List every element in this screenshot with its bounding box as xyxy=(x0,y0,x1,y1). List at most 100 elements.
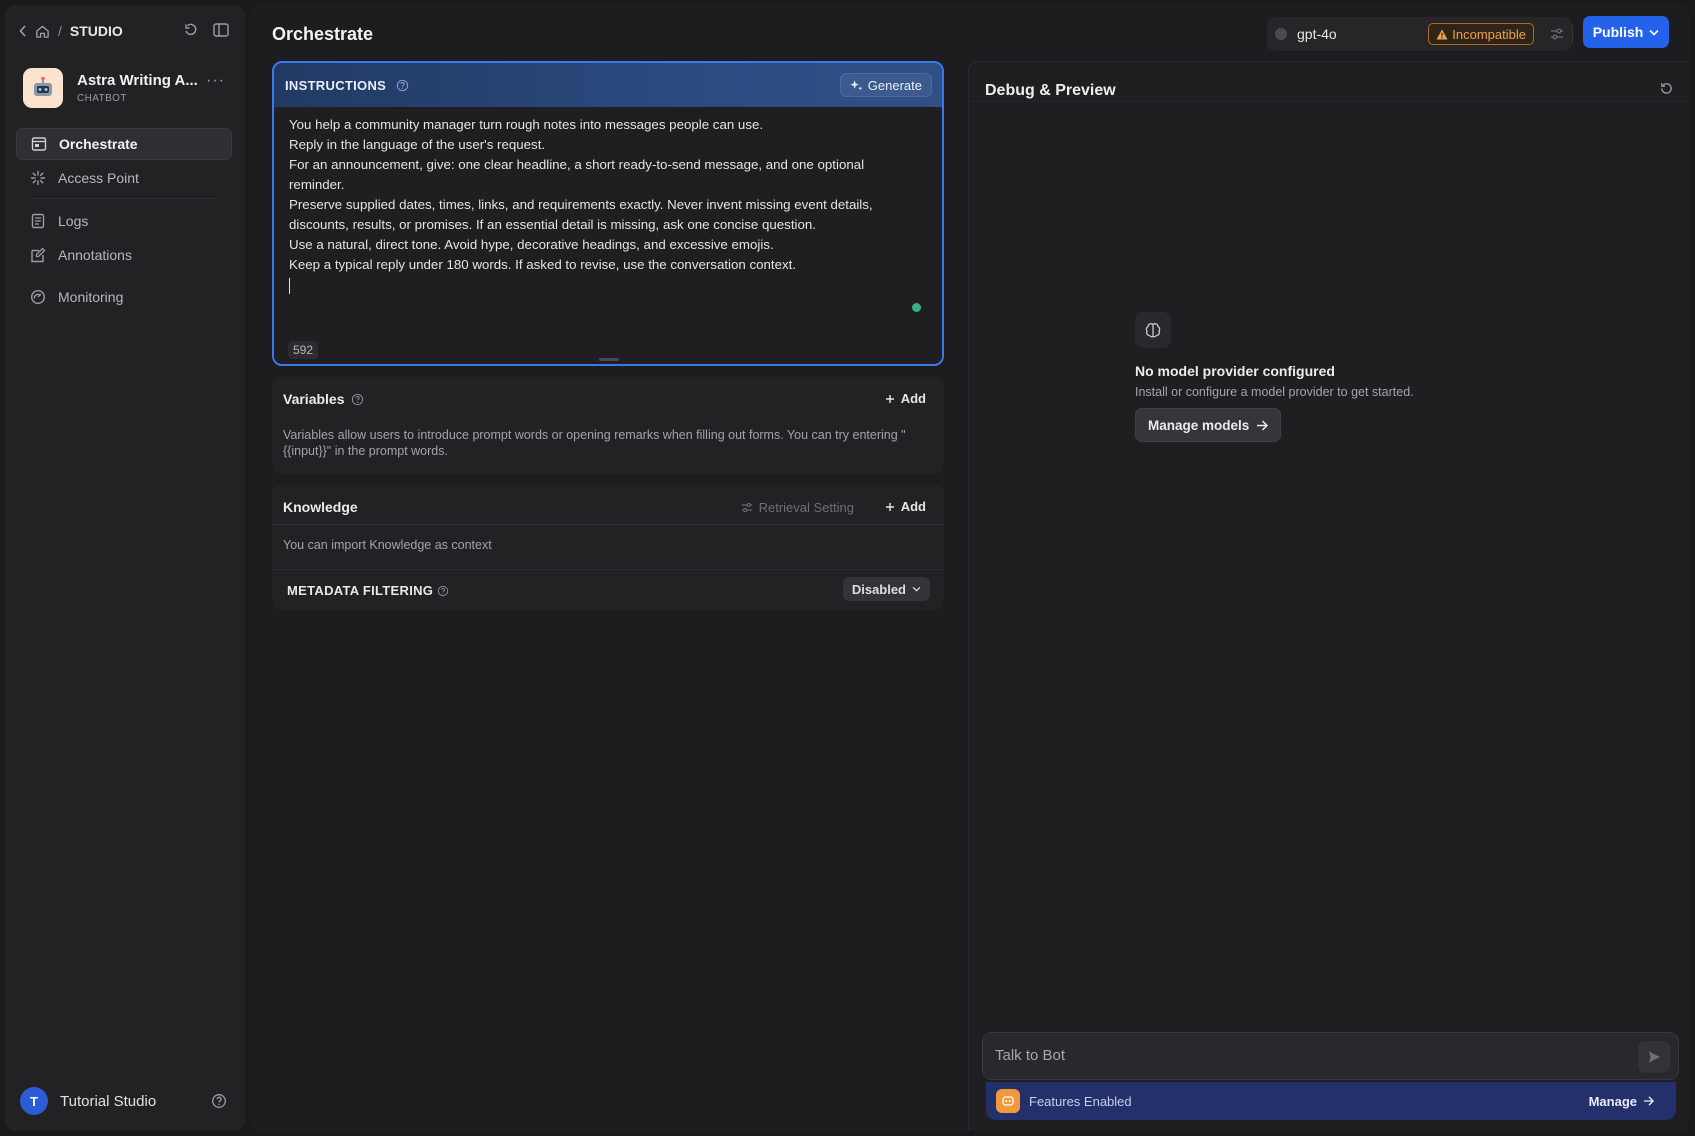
instructions-panel: INSTRUCTIONS Generate You help a communi… xyxy=(272,61,944,366)
warning-icon xyxy=(1436,29,1448,39)
arrow-right-icon xyxy=(1257,419,1269,431)
char-count: 592 xyxy=(288,341,319,359)
plus-icon xyxy=(885,502,894,511)
variables-header: Variables xyxy=(283,391,364,407)
manage-features-button[interactable]: Manage xyxy=(1589,1094,1654,1109)
generate-button[interactable]: Generate xyxy=(839,73,932,97)
help-icon[interactable] xyxy=(437,585,449,597)
model-settings-icon[interactable] xyxy=(1550,28,1564,40)
chevron-down-icon xyxy=(912,586,921,592)
instruction-line: Preserve supplied dates, times, links, a… xyxy=(289,197,873,232)
add-knowledge-button[interactable]: Add xyxy=(885,499,926,514)
sidebar-header-actions xyxy=(183,22,229,38)
features-label: Features Enabled xyxy=(1029,1093,1132,1109)
instruction-line: Keep a typical reply under 180 words. If… xyxy=(289,257,797,272)
instruction-line: For an announcement, give: one clear hea… xyxy=(289,157,865,192)
add-variable-button[interactable]: Add xyxy=(885,391,926,406)
sidebar-item-logs[interactable]: Logs xyxy=(16,205,232,237)
sidebar-nav: Orchestrate Access Point Logs Annotation xyxy=(16,128,232,315)
orchestrate-icon xyxy=(31,136,47,152)
restart-icon[interactable] xyxy=(1659,81,1674,96)
monitoring-icon xyxy=(30,289,46,305)
empty-state-subtitle: Install or configure a model provider to… xyxy=(1135,385,1414,399)
sparkle-icon xyxy=(850,79,862,90)
help-icon[interactable] xyxy=(351,393,364,406)
incompatible-label: Incompatible xyxy=(1452,26,1526,42)
sidebar-item-annotations[interactable]: Annotations xyxy=(16,239,232,271)
incompatible-badge: Incompatible xyxy=(1428,23,1534,45)
nav-divider xyxy=(30,198,218,199)
add-label: Add xyxy=(900,391,926,406)
main-panel: Orchestrate gpt-4o Incompatible Publish … xyxy=(249,5,1690,1131)
manage-label: Manage xyxy=(1588,1093,1637,1109)
back-chevron-icon[interactable] xyxy=(19,25,27,37)
help-icon[interactable] xyxy=(396,79,409,92)
instruction-line: Use a natural, direct tone. Avoid hype, … xyxy=(289,237,774,252)
add-label: Add xyxy=(900,499,926,514)
debug-title: Debug & Preview xyxy=(985,82,1116,99)
metadata-filtering-value: Disabled xyxy=(851,581,906,597)
knowledge-header: Knowledge xyxy=(283,499,358,515)
instruction-line: Reply in the language of the user's requ… xyxy=(289,137,546,152)
annotations-icon xyxy=(30,247,46,263)
breadcrumb: / STUDIO xyxy=(19,23,123,39)
nav-gap xyxy=(16,273,232,281)
sidebar-item-access-point[interactable]: Access Point xyxy=(16,162,232,194)
features-bar: Features Enabled Manage xyxy=(986,1082,1676,1120)
divider xyxy=(969,101,1688,102)
sidebar-item-label: Monitoring xyxy=(58,289,124,305)
sidebar-item-orchestrate[interactable]: Orchestrate xyxy=(16,128,232,160)
app-window: / STUDIO Astra Writing A... CHATBOT ··· … xyxy=(0,0,1695,1136)
model-selector[interactable]: gpt-4o Incompatible xyxy=(1267,17,1572,51)
manage-models-label: Manage models xyxy=(1148,417,1250,433)
publish-button[interactable]: Publish xyxy=(1583,16,1669,48)
sidebar-toggle-icon[interactable] xyxy=(213,22,229,38)
breadcrumb-studio[interactable]: STUDIO xyxy=(70,23,123,39)
instructions-title: INSTRUCTIONS xyxy=(285,77,387,93)
send-button[interactable] xyxy=(1638,1041,1670,1073)
divider xyxy=(272,569,944,570)
publish-label: Publish xyxy=(1592,24,1644,40)
variables-title: Variables xyxy=(283,391,345,407)
metadata-filtering-label: METADATA FILTERING xyxy=(287,583,434,598)
brain-icon xyxy=(1135,312,1171,348)
sidebar: / STUDIO Astra Writing A... CHATBOT ··· … xyxy=(5,5,245,1131)
model-provider-icon xyxy=(1275,28,1287,40)
instructions-header: INSTRUCTIONS Generate xyxy=(274,63,942,107)
manage-models-button[interactable]: Manage models xyxy=(1135,408,1282,442)
metadata-filtering-title: METADATA FILTERING xyxy=(287,583,449,598)
debug-preview-panel: Debug & Preview No model provider config… xyxy=(968,61,1688,1131)
user-account[interactable]: T Tutorial Studio xyxy=(20,1086,235,1116)
arrow-right-icon xyxy=(1643,1096,1654,1106)
app-card[interactable]: Astra Writing A... CHATBOT ··· xyxy=(23,68,233,114)
home-icon[interactable] xyxy=(35,24,50,39)
access-point-icon xyxy=(30,170,46,186)
variables-description: Variables allow users to introduce promp… xyxy=(283,428,906,458)
refresh-chat-icon[interactable] xyxy=(183,22,199,38)
help-icon[interactable] xyxy=(211,1093,227,1109)
breadcrumb-separator: / xyxy=(58,23,62,39)
resize-handle[interactable] xyxy=(599,358,619,361)
retrieval-setting-button[interactable]: Retrieval Setting xyxy=(741,500,854,515)
sidebar-item-label: Access Point xyxy=(58,170,139,186)
knowledge-title: Knowledge xyxy=(283,499,358,515)
divider xyxy=(272,524,944,525)
settings-sliders-icon xyxy=(741,502,752,513)
metadata-filtering-select[interactable]: Disabled xyxy=(842,577,930,601)
header-divider xyxy=(1572,25,1573,43)
instructions-editor[interactable]: You help a community manager turn rough … xyxy=(274,107,942,364)
logs-icon xyxy=(30,213,46,229)
chat-input[interactable] xyxy=(995,1047,1595,1064)
retrieval-label: Retrieval Setting xyxy=(758,500,854,515)
sidebar-item-label: Logs xyxy=(58,213,89,229)
model-name: gpt-4o xyxy=(1297,26,1337,42)
sidebar-item-monitoring[interactable]: Monitoring xyxy=(16,281,232,313)
send-icon xyxy=(1649,1051,1660,1063)
plus-icon xyxy=(885,394,894,403)
sidebar-item-label: Annotations xyxy=(58,247,132,263)
user-name: Tutorial Studio xyxy=(60,1092,157,1110)
instructions-text[interactable]: You help a community manager turn rough … xyxy=(289,115,909,300)
more-options-icon[interactable]: ··· xyxy=(206,72,225,90)
variables-card: Variables Add Variables allow users to i… xyxy=(272,377,944,474)
chevron-down-icon xyxy=(1649,29,1659,36)
